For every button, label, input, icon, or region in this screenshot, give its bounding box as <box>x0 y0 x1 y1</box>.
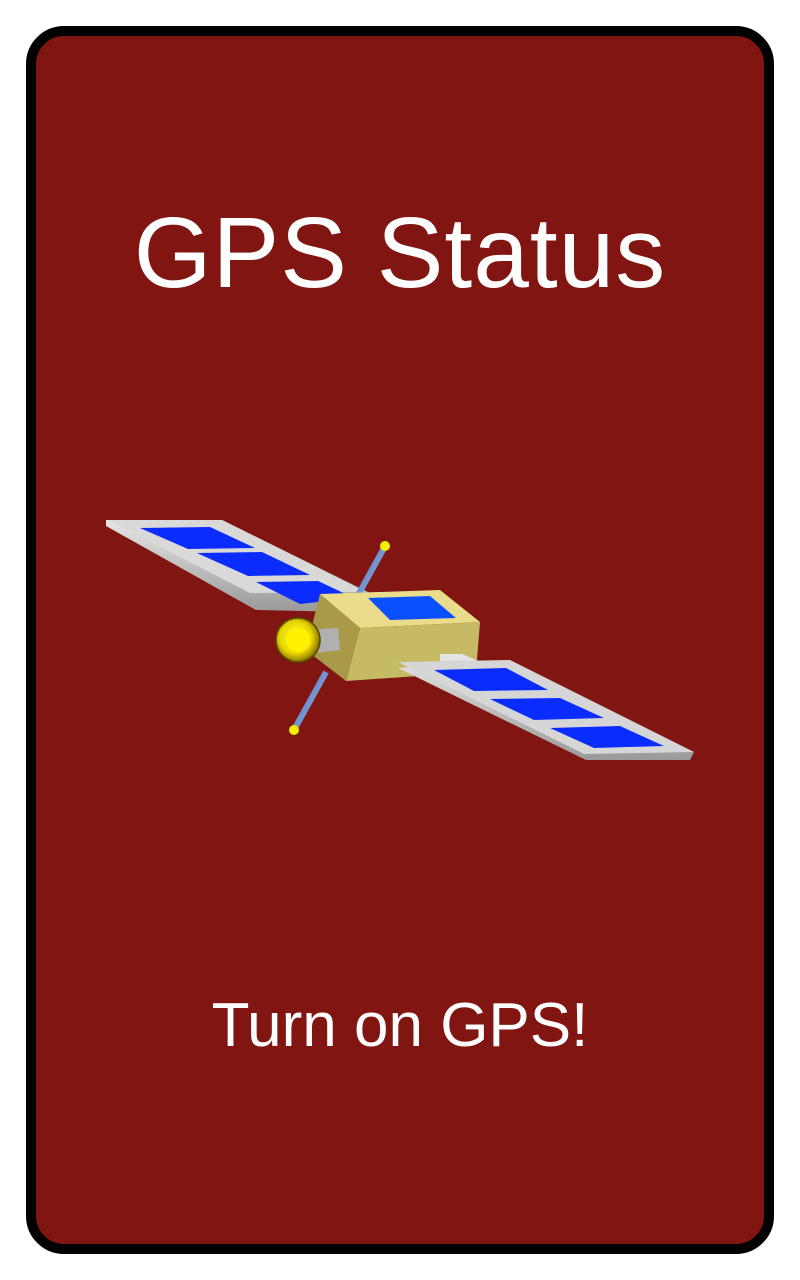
page-title: GPS Status <box>133 197 667 309</box>
gps-status-message: Turn on GPS! <box>211 991 589 1060</box>
